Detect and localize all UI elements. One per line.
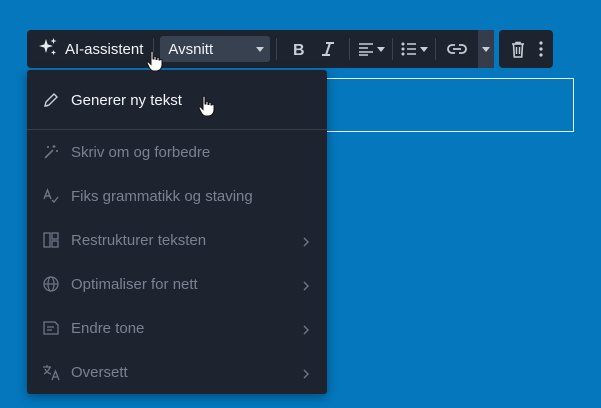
italic-button[interactable] — [313, 34, 343, 64]
menu-item-label: Optimaliser for nett — [71, 275, 198, 293]
spell-check-icon — [41, 186, 61, 206]
layout-icon — [41, 230, 61, 250]
menu-item-generate-new-text[interactable]: Generer ny tekst — [27, 80, 327, 120]
menu-item-label: Restrukturer teksten — [71, 231, 207, 249]
kebab-menu-icon — [539, 41, 543, 57]
ai-assistant-label: AI-assistent — [65, 40, 144, 58]
trash-icon — [511, 41, 525, 58]
bulleted-list-button[interactable] — [399, 34, 429, 64]
sparkles-icon — [37, 36, 59, 63]
align-button[interactable] — [356, 34, 386, 64]
toolbar-main-group: AI-assistent Avsnitt B — [27, 30, 479, 68]
menu-item-translate[interactable]: Oversett — [27, 352, 327, 392]
more-options-button[interactable] — [533, 34, 549, 64]
link-button[interactable] — [442, 34, 472, 64]
align-left-icon — [358, 42, 374, 56]
chevron-down-icon — [419, 46, 428, 52]
ai-assistant-menu: Generer ny tekst Skriv om og forbedre Fi… — [27, 70, 327, 394]
menu-item-rewrite-improve[interactable]: Skriv om og forbedre — [27, 132, 327, 172]
tone-icon — [41, 318, 61, 338]
bold-button[interactable]: B — [283, 34, 313, 64]
toolbar-separator — [435, 38, 437, 60]
menu-item-label: Fiks grammatikk og staving — [71, 187, 253, 205]
pen-sparkle-icon — [41, 90, 61, 110]
toolbar-separator — [276, 38, 278, 60]
translate-icon — [41, 362, 61, 382]
link-icon — [447, 43, 468, 55]
delete-button[interactable] — [503, 34, 533, 64]
toolbar-separator — [349, 38, 351, 60]
svg-text:B: B — [293, 42, 305, 57]
menu-item-optimize-for-web[interactable]: Optimaliser for nett — [27, 264, 327, 304]
menu-item-fix-grammar-spelling[interactable]: Fiks grammatikk og staving — [27, 176, 327, 216]
menu-item-label: Generer ny tekst — [71, 91, 182, 109]
bulleted-list-icon — [401, 42, 417, 56]
chevron-down-icon — [482, 46, 491, 52]
toolbar-separator — [392, 38, 394, 60]
menu-item-restructure-text[interactable]: Restrukturer teksten — [27, 220, 327, 260]
menu-divider — [27, 129, 327, 130]
more-formatting-dropdown-button[interactable] — [478, 30, 495, 68]
bold-icon: B — [291, 41, 305, 57]
chevron-right-icon — [303, 234, 309, 252]
chevron-right-icon — [303, 366, 309, 384]
chevron-right-icon — [303, 322, 309, 340]
hand-cursor-icon — [198, 95, 216, 122]
chevron-right-icon — [303, 278, 309, 296]
menu-item-label: Oversett — [71, 363, 128, 381]
italic-icon — [320, 41, 336, 57]
ai-assistant-button[interactable]: AI-assistent — [33, 34, 147, 64]
editor-toolbar: AI-assistent Avsnitt B — [27, 30, 554, 68]
menu-item-label: Endre tone — [71, 319, 145, 337]
chevron-down-icon — [256, 46, 265, 52]
menu-item-label: Skriv om og forbedre — [71, 143, 211, 161]
hand-cursor-icon — [146, 50, 164, 77]
toolbar-actions-group — [499, 30, 554, 68]
globe-icon — [41, 274, 61, 294]
paragraph-format-label: Avsnitt — [168, 40, 214, 58]
menu-item-change-tone[interactable]: Endre tone — [27, 308, 327, 348]
chevron-down-icon — [376, 46, 385, 52]
magic-wand-icon — [41, 142, 61, 162]
paragraph-format-select[interactable]: Avsnitt — [160, 36, 271, 62]
